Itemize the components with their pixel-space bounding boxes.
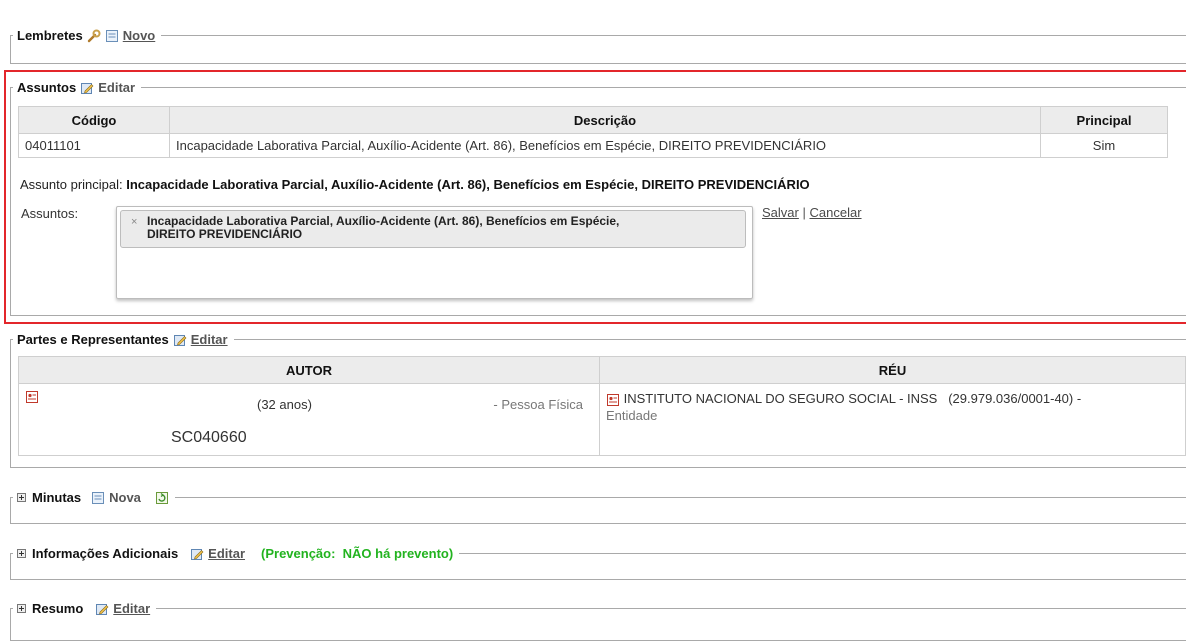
- cell-principal: Sim: [1040, 133, 1168, 158]
- table-row: (32 anos) - Pessoa Física SC040660 INSTI…: [18, 383, 1186, 456]
- partes-legend: Partes e Representantes Editar: [13, 332, 234, 347]
- informacoes-legend: Informações Adicionais Editar (Prevenção…: [13, 546, 459, 561]
- col-reu: RÉU: [599, 356, 1186, 384]
- informacoes-title: Informações Adicionais: [32, 546, 179, 561]
- minutas-legend: Minutas Nova: [13, 490, 175, 505]
- lembretes-section: Lembretes Novo: [10, 28, 1186, 64]
- prevencao-status: (Prevenção: NÃO há prevento): [261, 546, 454, 561]
- informacoes-editar-link[interactable]: Editar: [208, 546, 245, 561]
- assuntos-actions: Salvar | Cancelar: [762, 205, 862, 220]
- reu-dash: -: [1076, 391, 1082, 406]
- cell-descricao: Incapacidade Laborativa Parcial, Auxílio…: [169, 133, 1041, 158]
- partes-title: Partes e Representantes: [17, 332, 169, 347]
- edit-icon[interactable]: [190, 547, 204, 561]
- assunto-principal-label: Assunto principal:: [20, 177, 123, 192]
- person-card-icon[interactable]: [25, 390, 39, 404]
- resumo-section: Resumo Editar: [10, 601, 1186, 641]
- assuntos-table: Código Descrição Principal 04011101 Inca…: [18, 106, 1168, 158]
- cell-codigo: 04011101: [18, 133, 170, 158]
- resumo-editar-link[interactable]: Editar: [113, 601, 150, 616]
- chip-remove-icon[interactable]: ×: [131, 216, 137, 229]
- wrench-icon[interactable]: [87, 29, 101, 43]
- minutas-title: Minutas: [32, 490, 82, 505]
- minutas-nova-link[interactable]: Nova: [109, 490, 141, 505]
- lembretes-novo-link[interactable]: Novo: [123, 28, 156, 43]
- plus-toggle-icon[interactable]: [17, 604, 26, 613]
- assuntos-legend: Assuntos Editar: [13, 80, 141, 95]
- autor-oab: SC040660: [171, 429, 247, 446]
- edit-icon[interactable]: [80, 81, 94, 95]
- reu-cell: INSTITUTO NACIONAL DO SEGURO SOCIAL - IN…: [599, 383, 1186, 456]
- col-codigo[interactable]: Código: [18, 106, 170, 134]
- table-row: 04011101 Incapacidade Laborativa Parcial…: [18, 133, 1168, 158]
- assuntos-editar-link[interactable]: Editar: [98, 80, 135, 95]
- reu-tipo: Entidade: [606, 408, 658, 423]
- resumo-legend: Resumo Editar: [13, 601, 156, 616]
- action-separator: |: [802, 205, 806, 220]
- partes-table: AUTOR RÉU (32 anos) - Pessoa Física SC04…: [18, 356, 1186, 456]
- assunto-chip[interactable]: × Incapacidade Laborativa Parcial, Auxíl…: [120, 210, 746, 248]
- note-icon[interactable]: [105, 29, 119, 43]
- plus-toggle-icon[interactable]: [17, 493, 26, 502]
- note-icon[interactable]: [91, 491, 105, 505]
- assuntos-field-label: Assuntos:: [21, 206, 79, 221]
- autor-cell: (32 anos) - Pessoa Física SC040660: [18, 383, 600, 456]
- salvar-link[interactable]: Salvar: [762, 205, 799, 220]
- partes-editar-link[interactable]: Editar: [191, 332, 228, 347]
- person-card-icon[interactable]: [606, 393, 620, 407]
- assuntos-title: Assuntos: [17, 80, 77, 95]
- assunto-principal-line: Assunto principal: Incapacidade Laborati…: [20, 177, 810, 192]
- plus-toggle-icon[interactable]: [17, 549, 26, 558]
- lembretes-title: Lembretes: [17, 28, 83, 43]
- col-principal[interactable]: Principal: [1040, 106, 1168, 134]
- assunto-principal-value: Incapacidade Laborativa Parcial, Auxílio…: [126, 177, 810, 192]
- resumo-title: Resumo: [32, 601, 84, 616]
- cancelar-link[interactable]: Cancelar: [810, 205, 862, 220]
- edit-icon[interactable]: [95, 602, 109, 616]
- refresh-doc-icon[interactable]: [155, 491, 169, 505]
- autor-idade: (32 anos): [257, 397, 312, 412]
- autor-tipo: - Pessoa Física: [493, 397, 583, 412]
- col-descricao[interactable]: Descrição: [169, 106, 1041, 134]
- lembretes-legend: Lembretes Novo: [13, 28, 161, 43]
- chip-line-2: DIREITO PREVIDENCIÁRIO: [147, 227, 303, 241]
- minutas-section: Minutas Nova: [10, 490, 1186, 524]
- informacoes-section: Informações Adicionais Editar (Prevenção…: [10, 546, 1186, 580]
- reu-cnpj: (29.979.036/0001-40): [948, 391, 1074, 406]
- col-autor: AUTOR: [18, 356, 600, 384]
- reu-nome: INSTITUTO NACIONAL DO SEGURO SOCIAL - IN…: [623, 391, 938, 406]
- edit-icon[interactable]: [173, 333, 187, 347]
